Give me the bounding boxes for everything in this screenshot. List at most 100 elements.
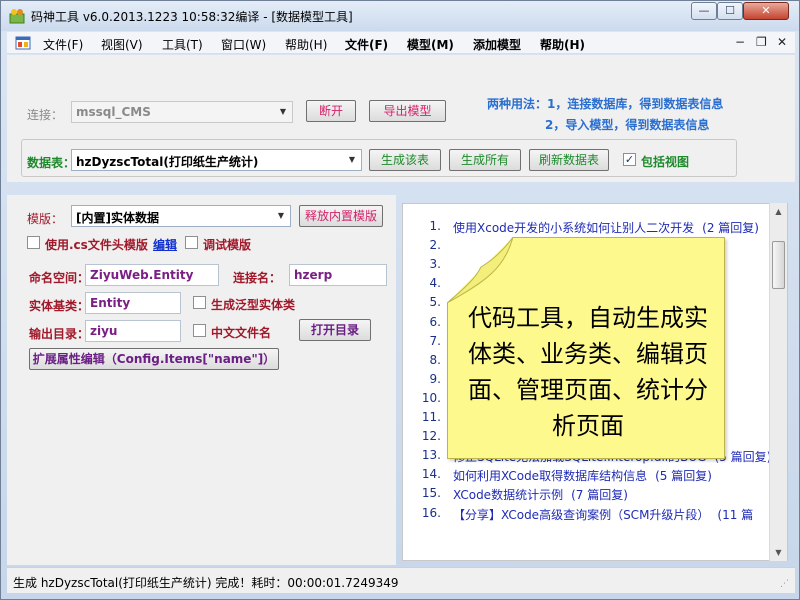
title-bar[interactable]: 码神工具 v6.0.2013.1223 10:58:32编译 - [数据模型工具… bbox=[1, 1, 799, 31]
generic-entity-label: 生成泛型实体类 bbox=[211, 298, 296, 312]
connection-select[interactable]: mssql_CMS ▼ bbox=[71, 101, 293, 123]
output-dir-label: 输出目录： bbox=[29, 327, 90, 341]
list-item-title[interactable]: 【分享】XCode高级查询案例（SCM升级片段） (11 篇 bbox=[453, 506, 753, 523]
list-item-number: 5. bbox=[429, 295, 441, 310]
list-item-number: 6. bbox=[429, 314, 441, 329]
scroll-down-icon[interactable]: ▼ bbox=[770, 544, 787, 561]
list-item-link[interactable]: 【分享】XCode高级查询案例（SCM升级片段） bbox=[453, 508, 709, 522]
app-window: 码神工具 v6.0.2013.1223 10:58:32编译 - [数据模型工具… bbox=[0, 0, 800, 600]
list-item-title[interactable]: XCode数据统计示例 (7 篇回复) bbox=[453, 486, 628, 503]
menu-file-child[interactable]: 文件(F) bbox=[345, 36, 388, 53]
list-item[interactable]: 14. 如何利用XCode取得数据库结构信息 (5 篇回复) bbox=[403, 467, 783, 486]
status-bar: 生成 hzDyzscTotal(打印纸生产统计) 完成！耗时：00:00:01.… bbox=[7, 567, 795, 593]
base-class-input[interactable]: Entity bbox=[85, 292, 181, 314]
list-item-number: 15. bbox=[421, 486, 441, 501]
note-fold-corner bbox=[447, 237, 513, 303]
list-scrollbar[interactable]: ▲ ▼ bbox=[769, 203, 787, 561]
list-item-number: 4. bbox=[429, 276, 441, 291]
list-item-number: 13. bbox=[421, 448, 441, 463]
list-item[interactable]: 1. 使用Xcode开发的小系统如何让别人二次开发 (2 篇回复) bbox=[403, 219, 783, 238]
list-item-number: 11. bbox=[421, 410, 441, 424]
open-dir-button[interactable]: 打开目录 bbox=[299, 319, 371, 341]
list-item[interactable]: 16. 【分享】XCode高级查询案例（SCM升级片段） (11 篇 bbox=[403, 506, 783, 525]
list-item-reply-count: (2 篇回复) bbox=[702, 221, 759, 235]
export-model-button[interactable]: 导出模型 bbox=[369, 100, 446, 122]
list-item-number: 14. bbox=[421, 467, 441, 482]
usage-hint-2: 2，导入模型，得到数据表信息 bbox=[545, 118, 710, 132]
list-item-title[interactable]: 如何利用XCode取得数据库结构信息 (5 篇回复) bbox=[453, 467, 712, 484]
release-template-button[interactable]: 释放内置模版 bbox=[299, 205, 383, 227]
connection-label: 连接： bbox=[27, 108, 64, 122]
app-icon bbox=[9, 9, 25, 24]
edit-header-link[interactable]: 编辑 bbox=[153, 236, 177, 253]
mdi-child-icon[interactable] bbox=[15, 36, 31, 50]
menu-bar: 文件(F) 视图(V) 工具(T) 窗口(W) 帮助(H) 文件(F) 模型(M… bbox=[7, 32, 795, 54]
list-item-link[interactable]: 使用Xcode开发的小系统如何让别人二次开发 bbox=[453, 221, 694, 235]
use-cs-header-checkbox[interactable] bbox=[27, 236, 40, 249]
close-button[interactable]: ✕ bbox=[743, 2, 789, 20]
menu-help-child[interactable]: 帮助(H) bbox=[540, 36, 585, 53]
list-item-number: 3. bbox=[429, 257, 441, 272]
template-label: 模版： bbox=[27, 212, 64, 226]
size-grip-icon[interactable]: ⋰ bbox=[780, 578, 792, 590]
ext-attr-edit-button[interactable]: 扩展属性编辑（Config.Items["name"]） bbox=[29, 348, 279, 370]
mdi-minimize-button[interactable]: − bbox=[735, 35, 745, 49]
template-select[interactable]: [内置]实体数据 ▼ bbox=[71, 205, 291, 227]
include-views-checkbox[interactable]: ✓ bbox=[623, 153, 636, 166]
generic-entity-checkbox[interactable] bbox=[193, 296, 206, 309]
list-item-number: 9. bbox=[429, 371, 441, 386]
dropdown-arrow-icon: ▼ bbox=[277, 211, 285, 220]
list-item-reply-count: (7 篇回复) bbox=[571, 488, 628, 503]
base-class-label: 实体基类： bbox=[29, 299, 90, 313]
menu-model[interactable]: 模型(M) bbox=[407, 36, 454, 53]
menu-add-model[interactable]: 添加模型 bbox=[473, 36, 521, 53]
sticky-note: 代码工具，自动生成实体类、业务类、编辑页面、管理页面、统计分析页面 bbox=[447, 237, 725, 459]
namespace-label: 命名空间： bbox=[29, 271, 90, 285]
menu-view[interactable]: 视图(V) bbox=[101, 36, 143, 53]
mdi-close-button[interactable]: ✕ bbox=[777, 35, 787, 49]
output-dir-input[interactable]: ziyu bbox=[85, 320, 181, 342]
list-item-link[interactable]: XCode数据统计示例 bbox=[453, 488, 563, 502]
list-item-link[interactable]: 如何利用XCode取得数据库结构信息 bbox=[453, 469, 647, 483]
list-item-number: 2. bbox=[429, 238, 441, 253]
chinese-filename-checkbox[interactable] bbox=[193, 324, 206, 337]
menu-help[interactable]: 帮助(H) bbox=[285, 36, 327, 53]
window-title: 码神工具 v6.0.2013.1223 10:58:32编译 - [数据模型工具… bbox=[31, 10, 353, 24]
generate-all-button[interactable]: 生成所有 bbox=[449, 149, 521, 171]
generate-table-button[interactable]: 生成该表 bbox=[369, 149, 441, 171]
use-cs-header-label: 使用.cs文件头模版 bbox=[45, 238, 148, 252]
debug-template-label: 调试模版 bbox=[203, 238, 252, 252]
dropdown-arrow-icon: ▼ bbox=[279, 107, 287, 116]
list-item-title[interactable]: 使用Xcode开发的小系统如何让别人二次开发 (2 篇回复) bbox=[453, 219, 759, 236]
scroll-thumb[interactable] bbox=[772, 241, 785, 289]
datatable-label: 数据表： bbox=[27, 156, 76, 170]
mdi-restore-button[interactable]: ❐ bbox=[756, 35, 767, 49]
scroll-up-icon[interactable]: ▲ bbox=[770, 203, 787, 220]
list-item-reply-count: (11 篇 bbox=[717, 507, 754, 522]
list-item-number: 10. bbox=[421, 390, 441, 405]
list-item-number: 1. bbox=[429, 219, 441, 233]
list-item[interactable]: 15. XCode数据统计示例 (7 篇回复) bbox=[403, 486, 783, 505]
datatable-select[interactable]: hzDyzscTotal(打印纸生产统计) ▼ bbox=[71, 149, 362, 171]
maximize-button[interactable]: ☐ bbox=[717, 2, 743, 20]
disconnect-button[interactable]: 断开 bbox=[306, 100, 356, 122]
menu-file[interactable]: 文件(F) bbox=[43, 36, 83, 53]
list-item-number: 12. bbox=[421, 429, 441, 444]
chinese-filename-label: 中文文件名 bbox=[211, 326, 272, 340]
menu-tools[interactable]: 工具(T) bbox=[162, 36, 203, 53]
minimize-button[interactable]: — bbox=[691, 2, 717, 20]
usage-hint-1: 两种用法：1，连接数据库，得到数据表信息 bbox=[487, 97, 724, 111]
menu-window[interactable]: 窗口(W) bbox=[221, 36, 266, 53]
refresh-tables-button[interactable]: 刷新数据表 bbox=[529, 149, 609, 171]
connname-input[interactable]: hzerp bbox=[289, 264, 387, 286]
dropdown-arrow-icon: ▼ bbox=[348, 155, 356, 164]
connname-label: 连接名： bbox=[233, 271, 282, 285]
namespace-input[interactable]: ZiyuWeb.Entity bbox=[85, 264, 219, 286]
debug-template-checkbox[interactable] bbox=[185, 236, 198, 249]
note-text: 代码工具，自动生成实体类、业务类、编辑页面、管理页面、统计分析页面 bbox=[468, 304, 708, 440]
list-item-reply-count: (5 篇回复) bbox=[655, 469, 712, 484]
list-item-number: 8. bbox=[429, 352, 441, 367]
list-item-number: 7. bbox=[429, 333, 441, 348]
list-item-number: 16. bbox=[421, 505, 441, 520]
status-text: 生成 hzDyzscTotal(打印纸生产统计) 完成！耗时：00:00:01.… bbox=[13, 576, 399, 590]
